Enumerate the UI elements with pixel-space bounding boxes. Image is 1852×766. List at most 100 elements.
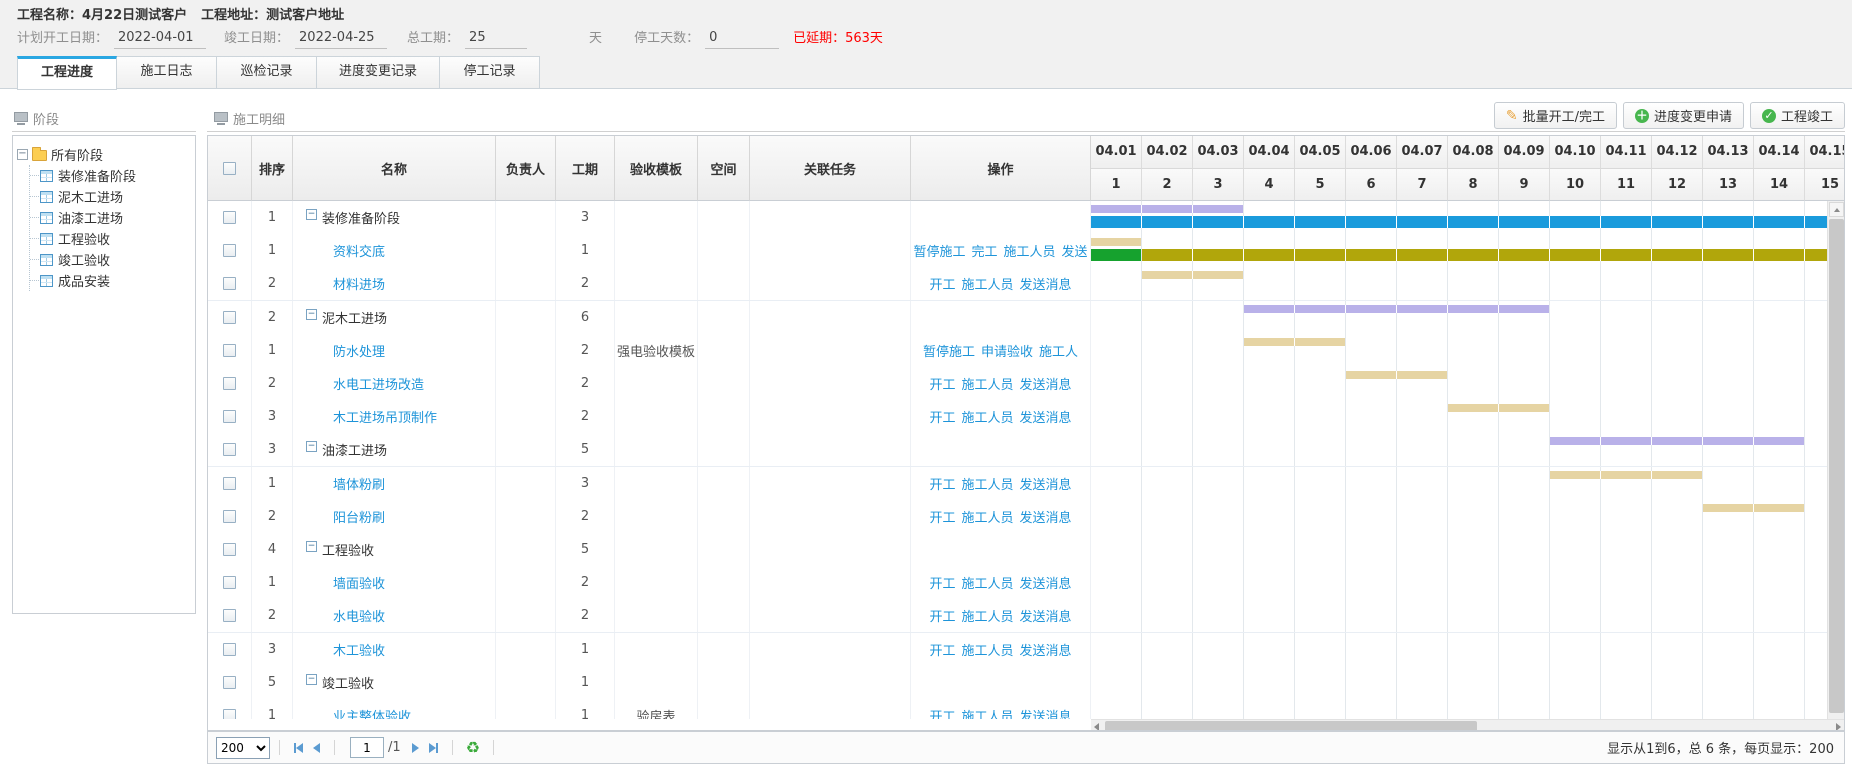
row-checkbox[interactable] (223, 377, 236, 390)
operation-link[interactable]: 申请验收 (981, 341, 1033, 360)
gantt-plan-bar[interactable] (1091, 205, 1243, 213)
stage-tree-root[interactable]: − 所有阶段 (17, 144, 191, 165)
gantt-plan-bar[interactable] (1244, 305, 1549, 313)
stage-tree-item-4[interactable]: 工程验收 (30, 228, 191, 249)
operation-link[interactable]: 施工人员 (961, 507, 1013, 526)
gantt-plan-bar[interactable] (1091, 238, 1141, 246)
select-all-checkbox[interactable] (223, 162, 236, 175)
vertical-scrollbar[interactable] (1827, 201, 1844, 719)
prev-page-icon[interactable] (313, 743, 320, 753)
scroll-right-icon[interactable] (1832, 721, 1844, 731)
operation-link[interactable]: 施工人员 (961, 706, 1013, 719)
vertical-scrollbar-thumb[interactable] (1829, 219, 1844, 713)
horizontal-scrollbar[interactable] (1091, 719, 1844, 731)
operation-link[interactable]: 发送消息 (1020, 507, 1072, 526)
scroll-left-icon[interactable] (1091, 721, 1103, 731)
row-checkbox[interactable] (223, 277, 236, 290)
row-checkbox[interactable] (223, 676, 236, 689)
operation-link[interactable]: 发送消息 (1020, 274, 1072, 293)
next-page-icon[interactable] (412, 743, 419, 753)
task-name-link[interactable]: 阳台粉刷 (333, 507, 385, 526)
row-checkbox[interactable] (223, 477, 236, 490)
operation-link[interactable]: 施工人员 (961, 407, 1013, 426)
page-size-select[interactable]: 200 (216, 737, 270, 759)
stage-tree-item-6[interactable]: 成品安装 (30, 270, 191, 291)
task-name-link[interactable]: 材料进场 (333, 274, 385, 293)
plan-start-field[interactable]: 2022-04-01 (114, 28, 206, 49)
operation-link[interactable]: 施工人员 (961, 606, 1013, 625)
task-name-link[interactable]: 业主整体验收 (333, 706, 411, 719)
row-checkbox[interactable] (223, 311, 236, 324)
operation-link[interactable]: 开工 (929, 374, 955, 393)
collapse-icon[interactable]: − (306, 309, 317, 320)
operation-link[interactable]: 暂停施工 (923, 341, 975, 360)
batch-start-finish-button[interactable]: ✎ 批量开工/完工 (1494, 102, 1617, 129)
task-name-link[interactable]: 木工验收 (333, 640, 385, 659)
row-checkbox[interactable] (223, 410, 236, 423)
gantt-plan-bar[interactable] (1550, 437, 1804, 445)
row-checkbox[interactable] (223, 709, 236, 719)
gantt-actual-bar[interactable] (1091, 216, 1844, 228)
total-duration-field[interactable]: 25 (465, 28, 527, 49)
operation-link[interactable]: 施工人员 (961, 474, 1013, 493)
tab-1[interactable]: 工程进度 (17, 56, 117, 90)
task-name-link[interactable]: 水电验收 (333, 606, 385, 625)
gantt-plan-bar[interactable] (1703, 504, 1804, 512)
row-checkbox[interactable] (223, 543, 236, 556)
operation-link[interactable]: 发送消息 (1020, 474, 1072, 493)
gantt-plan-bar[interactable] (1448, 404, 1549, 412)
collapse-icon[interactable]: − (306, 441, 317, 452)
operation-link[interactable]: 发送消息 (1020, 640, 1072, 659)
tab-2[interactable]: 施工日志 (117, 56, 217, 89)
row-checkbox[interactable] (223, 510, 236, 523)
scroll-up-icon[interactable] (1829, 202, 1844, 217)
row-checkbox[interactable] (223, 576, 236, 589)
row-checkbox[interactable] (223, 443, 236, 456)
stage-tree-item-1[interactable]: 装修准备阶段 (30, 165, 191, 186)
row-checkbox[interactable] (223, 609, 236, 622)
tab-5[interactable]: 停工记录 (440, 56, 540, 89)
collapse-icon[interactable]: − (306, 674, 317, 685)
refresh-icon[interactable]: ♻ (466, 738, 480, 757)
collapse-icon[interactable]: − (306, 209, 317, 220)
row-checkbox[interactable] (223, 643, 236, 656)
operation-link[interactable]: 暂停施工 (913, 241, 965, 260)
tab-3[interactable]: 巡检记录 (217, 56, 317, 89)
operation-link[interactable]: 施工人员 (961, 573, 1013, 592)
finish-date-field[interactable]: 2022-04-25 (295, 28, 387, 49)
row-checkbox[interactable] (223, 244, 236, 257)
operation-link[interactable]: 发送消息 (1020, 374, 1072, 393)
stage-tree-item-2[interactable]: 泥木工进场 (30, 186, 191, 207)
stage-tree-item-3[interactable]: 油漆工进场 (30, 207, 191, 228)
gantt-actual-bar[interactable] (1091, 249, 1141, 261)
row-checkbox[interactable] (223, 344, 236, 357)
operation-link[interactable]: 发送消息 (1020, 573, 1072, 592)
operation-link[interactable]: 发送消息 (1020, 706, 1072, 719)
stop-days-field[interactable]: 0 (705, 28, 779, 49)
gantt-plan-bar[interactable] (1346, 371, 1447, 379)
operation-link[interactable]: 开工 (929, 274, 955, 293)
gantt-plan-bar[interactable] (1244, 338, 1345, 346)
operation-link[interactable]: 完工 (971, 241, 997, 260)
task-name-link[interactable]: 木工进场吊顶制作 (333, 407, 437, 426)
operation-link[interactable]: 施工人员 (1004, 241, 1056, 260)
operation-link[interactable]: 开工 (929, 606, 955, 625)
first-page-icon[interactable] (294, 743, 303, 753)
operation-link[interactable]: 施工人员 (961, 274, 1013, 293)
operation-link[interactable]: 开工 (929, 640, 955, 659)
operation-link[interactable]: 施工人员 (961, 374, 1013, 393)
operation-link[interactable]: 施工人员 (961, 640, 1013, 659)
operation-link[interactable]: 开工 (929, 573, 955, 592)
task-name-link[interactable]: 防水处理 (333, 341, 385, 360)
progress-change-request-button[interactable]: ＋ 进度变更申请 (1623, 102, 1744, 129)
operation-link[interactable]: 施工人 (1039, 341, 1078, 360)
gantt-plan-bar[interactable] (1550, 471, 1702, 479)
collapse-icon[interactable]: − (17, 149, 28, 160)
operation-link[interactable]: 开工 (929, 474, 955, 493)
row-checkbox[interactable] (223, 211, 236, 224)
stage-tree-item-5[interactable]: 竣工验收 (30, 249, 191, 270)
operation-link[interactable]: 开工 (929, 507, 955, 526)
operation-link[interactable]: 发送 (1062, 241, 1088, 260)
gantt-plan-bar[interactable] (1142, 271, 1243, 279)
page-number-input[interactable] (350, 737, 384, 758)
